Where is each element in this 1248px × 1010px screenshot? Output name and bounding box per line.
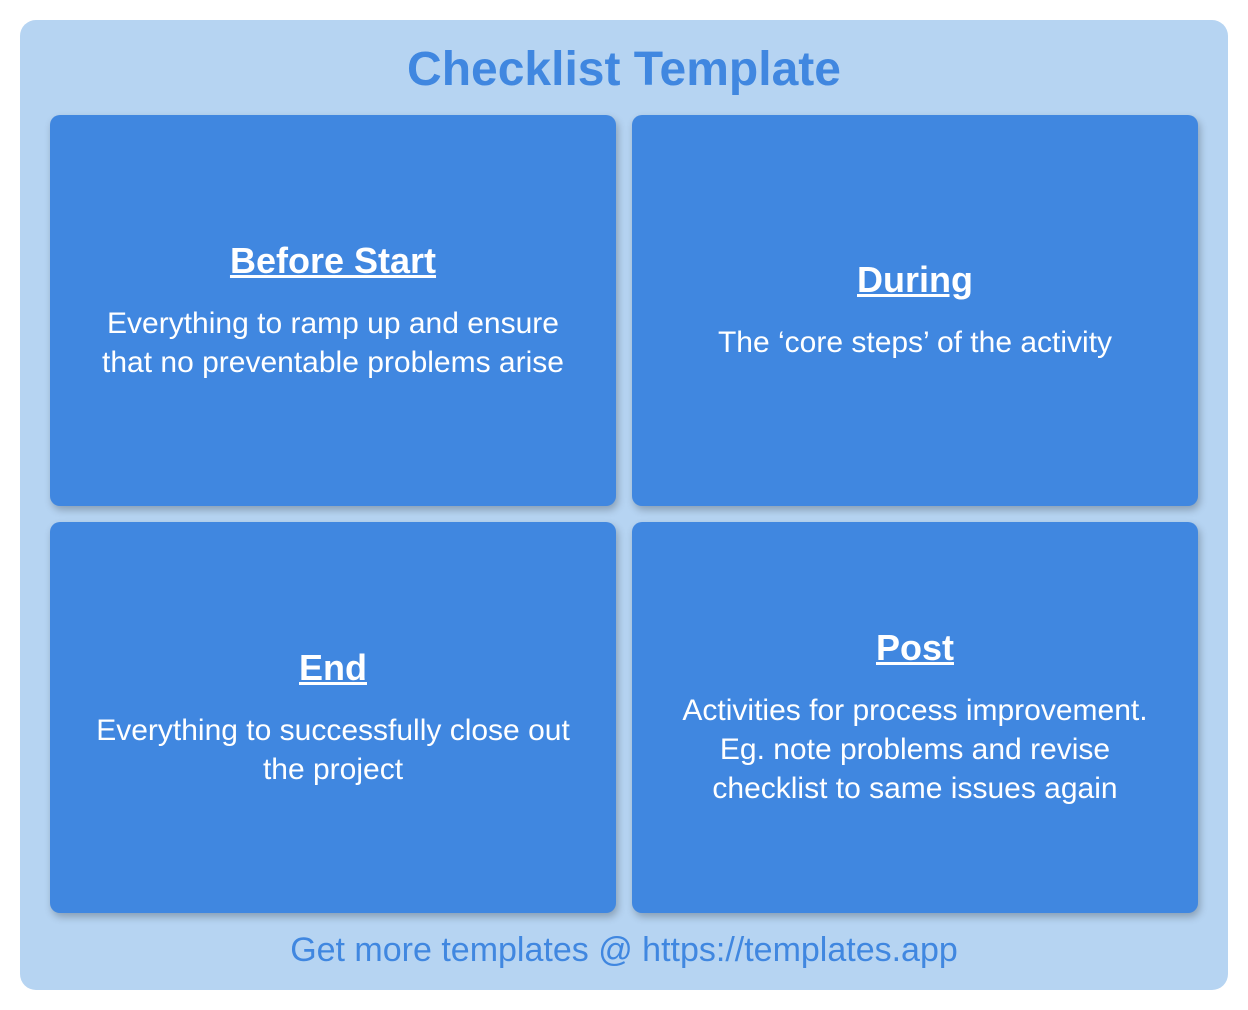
page-title: Checklist Template xyxy=(50,42,1198,97)
card-title: End xyxy=(299,647,367,689)
card-during: During The ‘core steps’ of the activity xyxy=(632,115,1198,506)
card-post: Post Activities for process improvement.… xyxy=(632,522,1198,913)
card-end: End Everything to successfully close out… xyxy=(50,522,616,913)
card-desc: Everything to successfully close out the… xyxy=(90,711,576,789)
card-title: During xyxy=(857,259,973,301)
footer-text: Get more templates @ https://templates.a… xyxy=(50,927,1198,970)
card-before-start: Before Start Everything to ramp up and e… xyxy=(50,115,616,506)
card-desc: The ‘core steps’ of the activity xyxy=(718,323,1112,362)
card-desc: Activities for process improvement. Eg. … xyxy=(672,691,1158,808)
template-container: Checklist Template Before Start Everythi… xyxy=(20,20,1228,990)
card-desc: Everything to ramp up and ensure that no… xyxy=(90,304,576,382)
card-title: Before Start xyxy=(230,240,436,282)
card-title: Post xyxy=(876,627,954,669)
cards-grid: Before Start Everything to ramp up and e… xyxy=(50,115,1198,913)
